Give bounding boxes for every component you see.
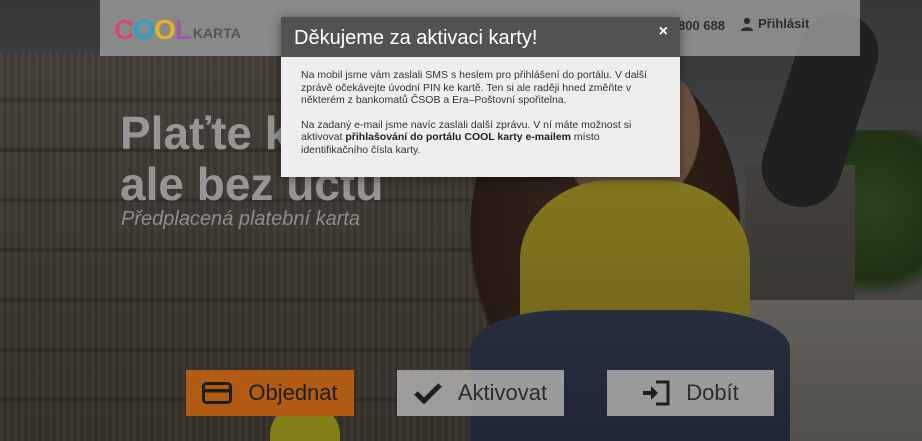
- phone-number[interactable]: 800 688: [678, 18, 725, 33]
- hero-subtitle: Předplacená platební karta: [121, 208, 361, 230]
- cool-karta-logo[interactable]: COOL KARTA: [114, 10, 241, 44]
- checkmark-icon: [414, 383, 442, 404]
- sign-in-icon: [643, 380, 670, 406]
- activation-success-dialog: Děkujeme za aktivaci karty! × Na mobil j…: [281, 17, 680, 177]
- dialog-header: Děkujeme za aktivaci karty! ×: [281, 17, 680, 57]
- card-icon: [202, 382, 233, 404]
- dialog-title: Děkujeme za aktivaci karty!: [294, 27, 538, 49]
- activate-button[interactable]: Aktivovat: [397, 370, 564, 416]
- login-label: Přihlásit: [758, 16, 810, 31]
- dialog-body: Na mobil jsme vám zaslali SMS s heslem p…: [281, 57, 680, 156]
- login-link[interactable]: Přihlásit: [740, 16, 809, 31]
- topup-button[interactable]: Dobít: [607, 370, 774, 416]
- dialog-paragraph-email: Na zadaný e-mail jsme navíc zaslali dalš…: [301, 118, 632, 156]
- email-login-highlight: přihlašování do portálu COOL karty e-mai…: [345, 131, 571, 143]
- dialog-paragraph-sms: Na mobil jsme vám zaslali SMS s heslem p…: [301, 69, 648, 106]
- close-icon[interactable]: ×: [659, 23, 668, 41]
- order-button[interactable]: Objednat: [186, 370, 354, 416]
- user-icon: [741, 17, 753, 31]
